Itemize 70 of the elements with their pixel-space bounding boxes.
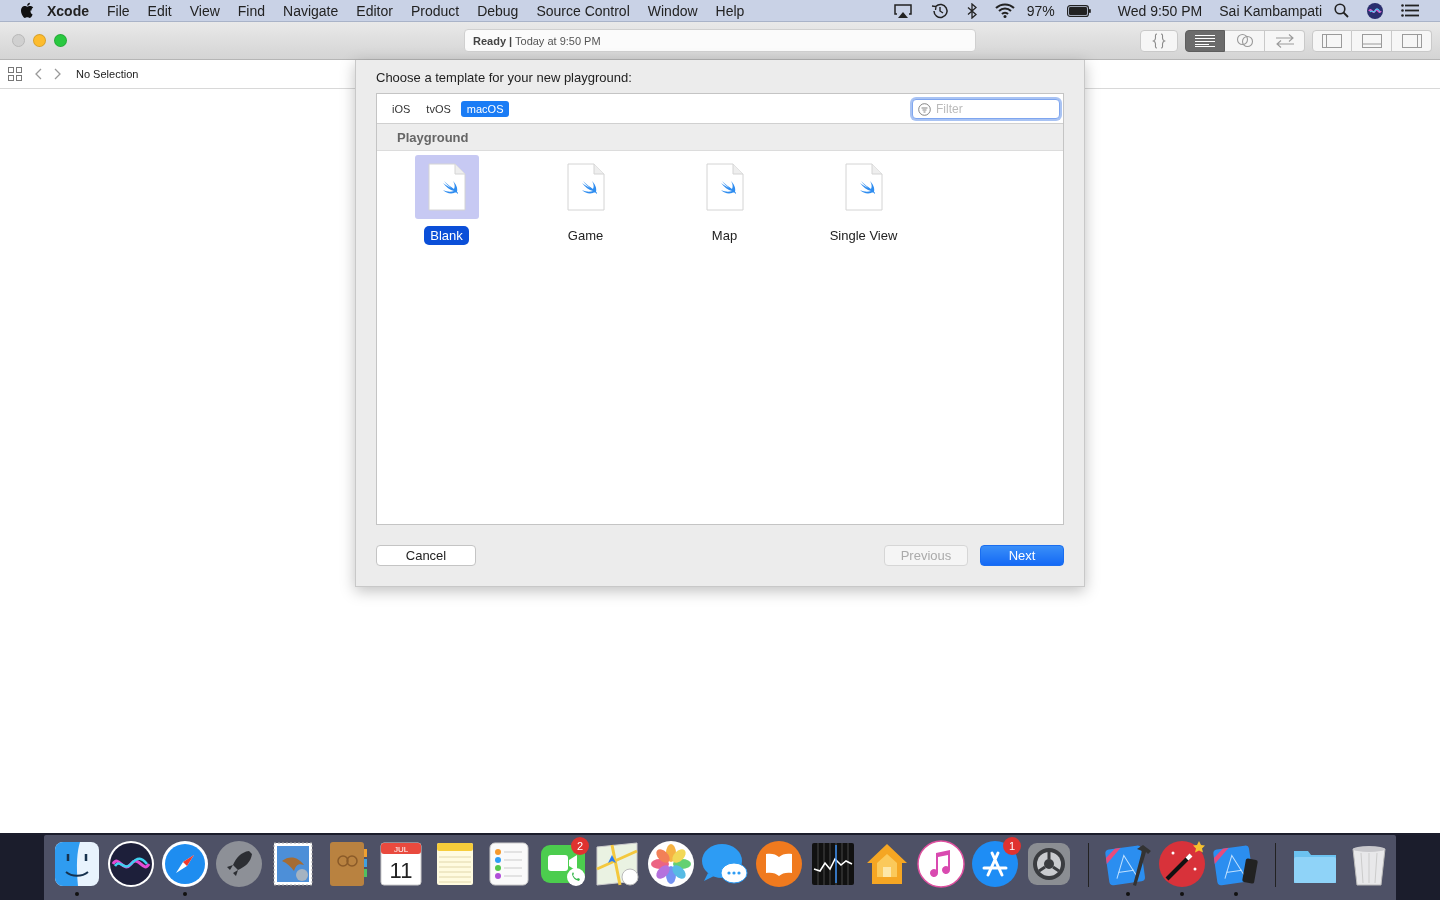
menu-item[interactable]: Navigate <box>283 2 339 19</box>
menu-item[interactable]: Help <box>715 2 745 19</box>
menu-item[interactable]: File <box>107 2 130 19</box>
app-store-icon[interactable] <box>970 839 1020 889</box>
bluetooth-icon[interactable] <box>966 2 977 19</box>
menu-clock[interactable]: Wed 9:50 PM <box>1117 2 1203 19</box>
sheet-title: Choose a template for your new playground: <box>376 70 633 85</box>
dialog-button[interactable]: Cancel <box>376 545 476 566</box>
platform-tab[interactable]: iOS <box>386 100 417 117</box>
battery-percentage: 97% <box>1026 2 1055 19</box>
airplay-icon[interactable] <box>892 2 913 19</box>
template-label[interactable]: Blank <box>424 226 469 245</box>
left-panel-icon <box>1322 33 1342 48</box>
menu-item[interactable]: Debug <box>477 2 519 19</box>
flower-icon[interactable] <box>646 839 696 889</box>
rocket-icon[interactable] <box>214 839 264 889</box>
notification-badge: 2 <box>571 837 589 855</box>
battery-icon[interactable] <box>1066 4 1091 17</box>
activity-status-text: Ready | Today at 9:50 PM <box>473 34 601 47</box>
circles-icon <box>1235 33 1254 48</box>
user-name[interactable]: Sai Kambampati <box>1219 2 1322 19</box>
wifi-icon[interactable] <box>994 3 1015 18</box>
back-chevron-icon[interactable] <box>34 68 42 80</box>
platform-tab[interactable]: macOS <box>460 100 510 117</box>
section-header: Playground <box>377 124 1063 151</box>
menu-item[interactable]: Edit <box>147 2 172 19</box>
template-label[interactable]: Game <box>561 226 610 245</box>
left-panel-button[interactable] <box>1312 29 1352 52</box>
jump-bar-label: No Selection <box>76 68 139 80</box>
lines-icon <box>1195 34 1215 47</box>
orb-icon[interactable] <box>1367 2 1383 19</box>
apple-logo-icon[interactable] <box>20 1 34 18</box>
clock-history-icon[interactable] <box>930 1 949 20</box>
right-panel-icon <box>1401 33 1422 48</box>
list-icon[interactable] <box>1401 4 1419 17</box>
magic-wand-icon[interactable] <box>1157 839 1207 889</box>
template-label[interactable]: Single View <box>823 226 904 245</box>
dialog-button[interactable]: Next <box>980 545 1064 566</box>
grid-icon[interactable] <box>8 67 22 81</box>
music-note-icon[interactable] <box>916 839 966 889</box>
menu-item[interactable]: Source Control <box>536 2 630 19</box>
forward-chevron-icon[interactable] <box>54 68 62 80</box>
notification-badge: 1 <box>1003 837 1021 855</box>
swift-document-icon <box>427 163 466 211</box>
selected-template-tile[interactable] <box>414 155 479 219</box>
app-menu[interactable]: Xcode <box>47 2 89 19</box>
menu-item[interactable]: Editor <box>356 2 393 19</box>
bottom-panel-button[interactable] <box>1352 29 1392 52</box>
bottom-panel-icon <box>1361 33 1382 48</box>
swift-document-icon <box>844 163 883 211</box>
open-book-icon[interactable] <box>754 839 804 889</box>
orb-icon[interactable] <box>106 839 156 889</box>
menu-item[interactable]: Find <box>237 2 266 19</box>
filter-field[interactable]: Filter <box>912 98 1060 119</box>
standard-editor-button[interactable] <box>1185 29 1225 52</box>
template-label[interactable]: Map <box>705 226 744 245</box>
filter-icon <box>918 102 931 116</box>
menu-item[interactable]: View <box>189 2 220 19</box>
swift-document-icon <box>566 163 605 211</box>
right-panel-button[interactable] <box>1392 29 1432 52</box>
smiling-face-icon[interactable] <box>52 839 102 889</box>
search-icon[interactable] <box>1334 3 1349 18</box>
library-button[interactable] <box>1140 29 1178 52</box>
swift-document-icon <box>705 163 744 211</box>
compass-icon[interactable] <box>160 839 210 889</box>
platform-tab[interactable]: tvOS <box>420 100 457 117</box>
arrows-icon <box>1274 33 1295 48</box>
menu-item[interactable]: Product <box>410 2 460 19</box>
menu-item[interactable]: Window <box>647 2 698 19</box>
braces-icon <box>1152 32 1166 49</box>
